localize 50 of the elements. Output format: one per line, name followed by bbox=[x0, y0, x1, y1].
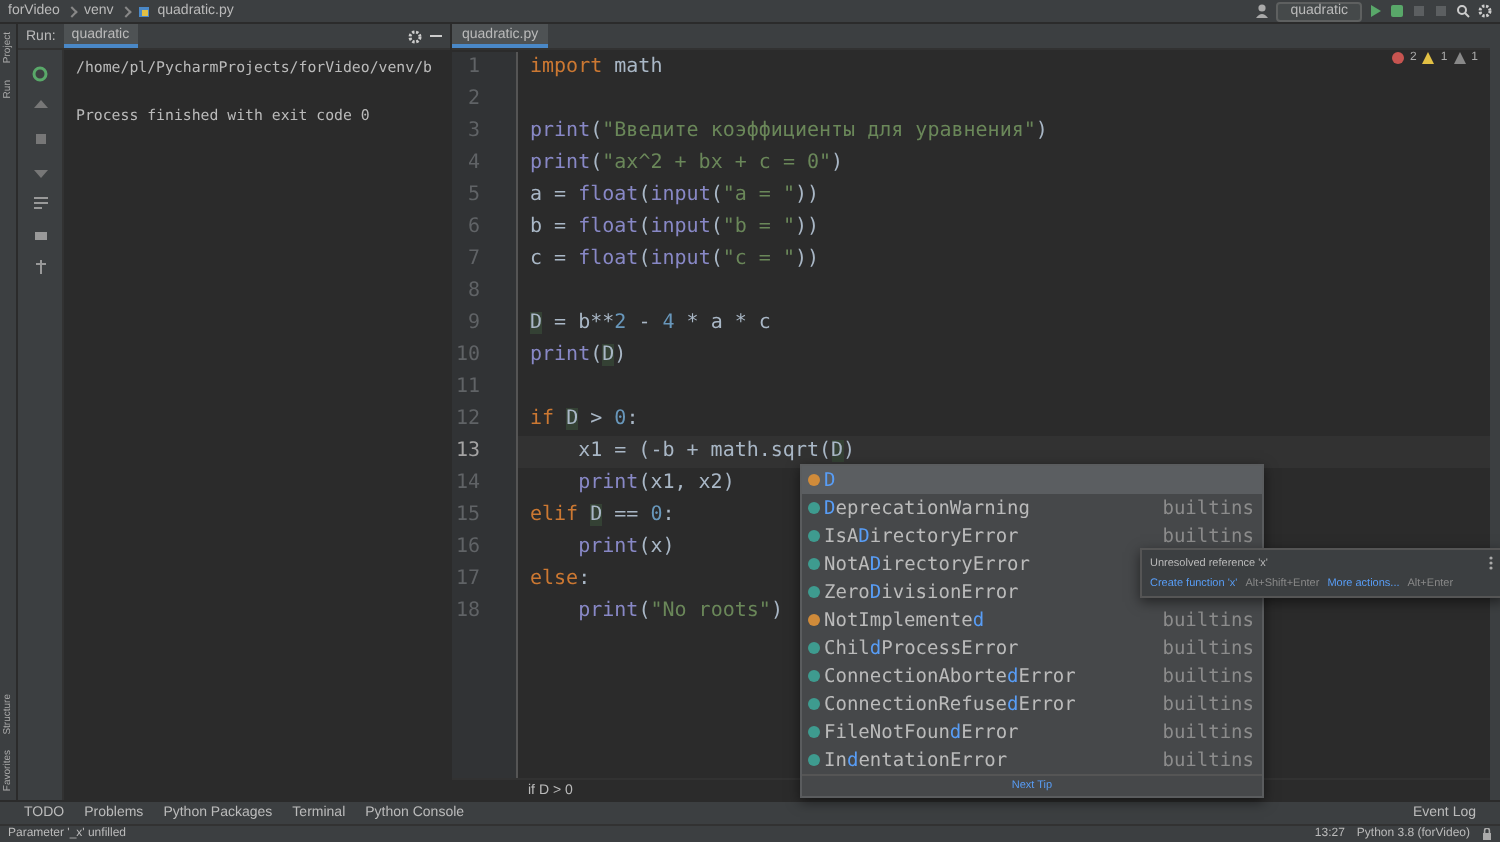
settings-icon[interactable] bbox=[408, 29, 422, 43]
class-icon bbox=[808, 586, 820, 598]
class-icon bbox=[808, 754, 820, 766]
completion-item[interactable]: IsADirectoryError builtins bbox=[802, 522, 1262, 550]
class-icon bbox=[808, 530, 820, 542]
completion-item[interactable]: ConnectionAbortedError builtins bbox=[802, 662, 1262, 690]
code-line: print("ax^2 + bx + c = 0") bbox=[530, 150, 844, 178]
code-line: import math bbox=[530, 54, 663, 82]
wrap-icon[interactable] bbox=[33, 196, 47, 210]
error-icon[interactable] bbox=[1391, 52, 1404, 64]
completion-item[interactable]: ChildProcessError builtins bbox=[802, 634, 1262, 662]
code-line: print(x1, x2) bbox=[576, 470, 735, 498]
class-icon bbox=[808, 642, 820, 654]
code-line: print("No roots") bbox=[576, 598, 783, 626]
down-arrow-icon[interactable] bbox=[33, 164, 47, 178]
class-icon bbox=[808, 558, 820, 570]
lock-icon[interactable] bbox=[1482, 828, 1492, 840]
completion-item[interactable]: FileNotFoundError builtins bbox=[802, 718, 1262, 746]
code-line: print(D) bbox=[530, 342, 627, 370]
code-line: a = float(input("a = ")) bbox=[530, 182, 820, 210]
code-line: b = float(input("b = ")) bbox=[530, 214, 820, 242]
completion-item[interactable]: DeprecationWarning builtins bbox=[802, 494, 1262, 522]
class-icon bbox=[808, 698, 820, 710]
up-arrow-icon[interactable] bbox=[33, 100, 47, 114]
python-file-icon bbox=[137, 5, 150, 17]
variable-icon bbox=[808, 474, 820, 486]
search-icon[interactable] bbox=[1456, 4, 1470, 18]
more-icon[interactable] bbox=[1488, 556, 1494, 570]
code-line: print("Введите коэффициенты для уравнения") bbox=[530, 118, 1048, 146]
class-icon bbox=[808, 670, 820, 682]
code-line: if D > 0: bbox=[530, 406, 639, 434]
code-line: else: bbox=[530, 566, 591, 594]
code-line: c = float(input("c = ")) bbox=[530, 246, 820, 274]
run-icon[interactable] bbox=[1370, 4, 1382, 18]
class-icon bbox=[808, 502, 820, 514]
code-line: elif D == 0: bbox=[530, 502, 675, 530]
stop-icon[interactable] bbox=[33, 132, 47, 146]
settings-icon[interactable] bbox=[1478, 4, 1492, 18]
minimize-icon[interactable] bbox=[430, 30, 442, 42]
completion-item[interactable]: NotImplemented builtins bbox=[802, 606, 1262, 634]
code-line: print(x) bbox=[576, 534, 675, 562]
class-icon bbox=[808, 726, 820, 738]
rerun-icon[interactable] bbox=[32, 66, 48, 82]
code-line: x1 = (-b + math.sqrt(D) bbox=[576, 438, 856, 466]
code-line: D = b**2 - 4 * a * c bbox=[530, 310, 771, 338]
line-number: 13 bbox=[453, 438, 482, 466]
user-icon[interactable] bbox=[1256, 4, 1269, 18]
variable-icon bbox=[808, 614, 820, 626]
completion-item[interactable]: ConnectionRefusedError builtins bbox=[802, 690, 1262, 718]
completion-item[interactable]: IndentationError builtins bbox=[802, 746, 1262, 774]
